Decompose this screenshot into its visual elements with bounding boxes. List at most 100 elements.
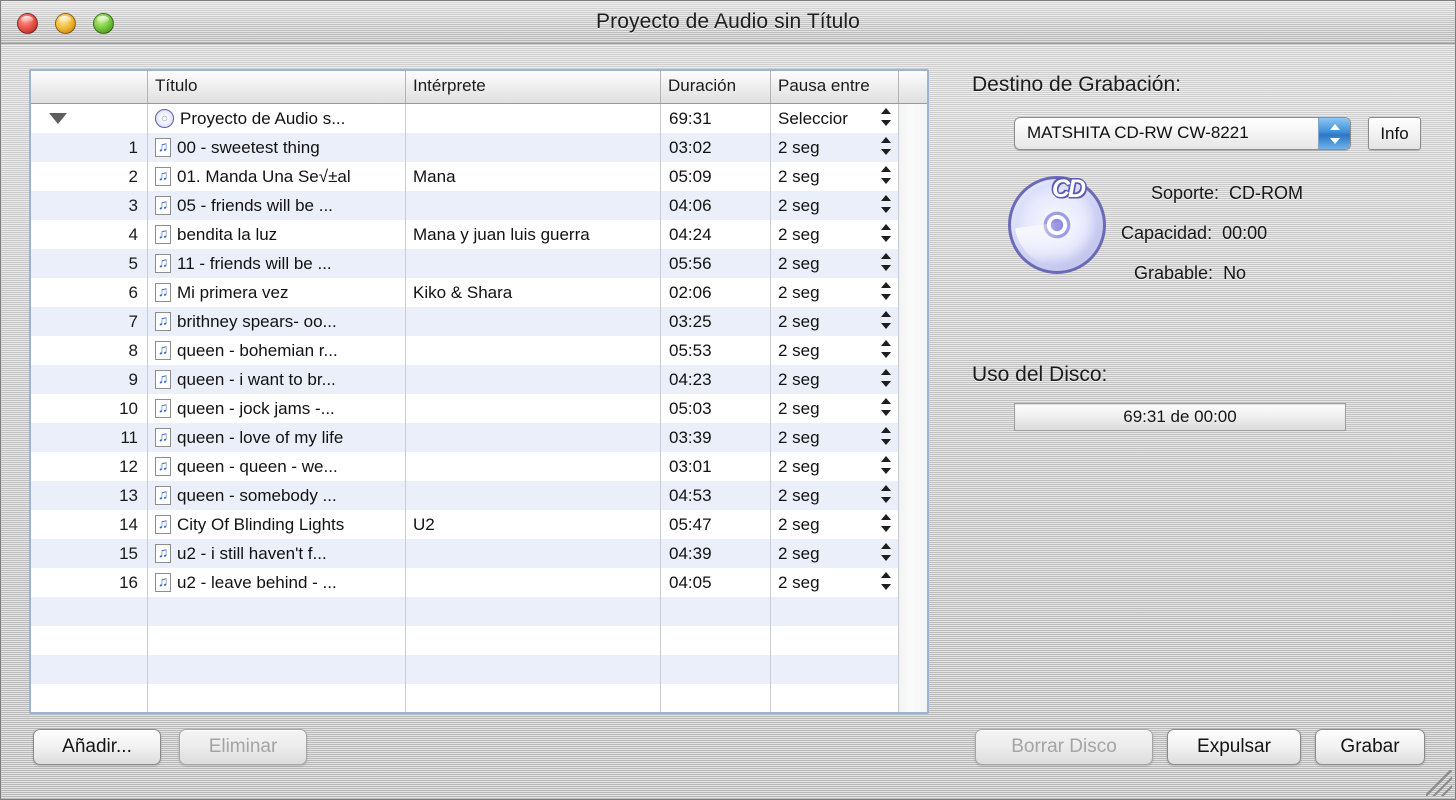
table-row[interactable]: 13 queen - somebody ... 04:53 2 seg xyxy=(31,481,927,510)
table-row-empty[interactable] xyxy=(31,626,927,655)
scrollbar-gutter[interactable] xyxy=(899,220,927,249)
table-row[interactable]: 16 u2 - leave behind - ... 04:05 2 seg xyxy=(31,568,927,597)
table-row[interactable]: 12 queen - queen - we... 03:01 2 seg xyxy=(31,452,927,481)
scrollbar-gutter[interactable] xyxy=(899,249,927,278)
table-row[interactable]: 5 11 - friends will be ... 05:56 2 seg xyxy=(31,249,927,278)
column-header-title[interactable]: Título xyxy=(148,71,406,103)
disclosure-triangle-icon[interactable] xyxy=(31,104,148,133)
table-row-empty[interactable] xyxy=(31,684,927,712)
cell-pause[interactable]: 2 seg xyxy=(771,452,899,481)
resize-grip-icon[interactable] xyxy=(1426,770,1452,796)
cell-pause[interactable]: 2 seg xyxy=(771,220,899,249)
cell-pause[interactable]: 2 seg xyxy=(771,162,899,191)
cell-pause[interactable]: 2 seg xyxy=(771,133,899,162)
scrollbar-gutter[interactable] xyxy=(899,423,927,452)
cell-pause[interactable]: 2 seg xyxy=(771,510,899,539)
table-row[interactable]: 11 queen - love of my life 03:39 2 seg xyxy=(31,423,927,452)
table-row[interactable]: 15 u2 - i still haven't f... 04:39 2 seg xyxy=(31,539,927,568)
cell-pause[interactable]: 2 seg xyxy=(771,307,899,336)
scrollbar-gutter[interactable] xyxy=(899,568,927,597)
scrollbar-gutter[interactable] xyxy=(899,597,927,626)
empty-cell-pause xyxy=(771,626,899,655)
scrollbar-gutter[interactable] xyxy=(899,452,927,481)
pause-stepper-icon[interactable] xyxy=(881,513,891,536)
cell-title-text: queen - jock jams -... xyxy=(177,399,335,418)
cell-pause[interactable]: 2 seg xyxy=(771,278,899,307)
pause-stepper-icon[interactable] xyxy=(881,368,891,391)
table-row[interactable]: 6 Mi primera vez Kiko & Shara02:06 2 seg xyxy=(31,278,927,307)
info-button[interactable]: Info xyxy=(1368,117,1421,150)
burn-button[interactable]: Grabar xyxy=(1315,729,1425,765)
cell-pause-text: 2 seg xyxy=(778,283,820,302)
erase-disc-button: Borrar Disco xyxy=(975,729,1153,765)
cell-title-text: brithney spears- oo... xyxy=(177,312,337,331)
pause-stepper-icon[interactable] xyxy=(881,252,891,275)
table-row[interactable]: 8 queen - bohemian r... 05:53 2 seg xyxy=(31,336,927,365)
cell-pause[interactable]: 2 seg xyxy=(771,539,899,568)
pause-stepper-icon[interactable] xyxy=(881,455,891,478)
music-note-file-icon xyxy=(153,513,171,534)
pause-stepper-icon[interactable] xyxy=(881,542,891,565)
pause-stepper-icon[interactable] xyxy=(881,397,891,420)
table-row[interactable]: 4 bendita la luz Mana y juan luis guerra04… xyxy=(31,220,927,249)
scrollbar-gutter[interactable] xyxy=(899,684,927,712)
pause-stepper-icon[interactable] xyxy=(881,426,891,449)
pause-stepper-icon[interactable] xyxy=(881,484,891,507)
scrollbar-gutter[interactable] xyxy=(899,133,927,162)
table-row-empty[interactable] xyxy=(31,597,927,626)
cell-pause[interactable]: 2 seg xyxy=(771,423,899,452)
scrollbar-gutter[interactable] xyxy=(899,655,927,684)
table-row[interactable]: 2 01. Manda Una Se√±al Mana05:09 2 seg xyxy=(31,162,927,191)
table-row[interactable]: 9 queen - i want to br... 04:23 2 seg xyxy=(31,365,927,394)
pause-stepper-icon[interactable] xyxy=(881,194,891,217)
column-header-pause[interactable]: Pausa entre xyxy=(771,71,899,103)
column-header-artist[interactable]: Intérprete xyxy=(406,71,661,103)
cell-pause-text: 2 seg xyxy=(778,399,820,418)
pause-stepper-icon[interactable] xyxy=(881,281,891,304)
add-button[interactable]: Añadir... xyxy=(33,729,161,765)
cell-pause[interactable]: 2 seg xyxy=(771,336,899,365)
table-row[interactable]: 1 00 - sweetest thing 03:02 2 seg xyxy=(31,133,927,162)
scrollbar-gutter[interactable] xyxy=(899,278,927,307)
cell-pause[interactable]: 2 seg xyxy=(771,568,899,597)
cell-pause[interactable]: 2 seg xyxy=(771,191,899,220)
pause-stepper-icon[interactable] xyxy=(881,571,891,594)
pause-stepper-icon[interactable] xyxy=(881,310,891,333)
pause-stepper-icon[interactable] xyxy=(881,223,891,246)
destination-popup-button[interactable]: MATSHITA CD-RW CW-8221 xyxy=(1014,117,1351,150)
cell-pause-text: Seleccior xyxy=(778,109,848,128)
table-row[interactable]: 14 City Of Blinding Lights U205:47 2 seg xyxy=(31,510,927,539)
scrollbar-gutter[interactable] xyxy=(899,510,927,539)
table-row[interactable]: 10 queen - jock jams -... 05:03 2 seg xyxy=(31,394,927,423)
cell-pause[interactable]: 2 seg xyxy=(771,365,899,394)
cell-pause-text: 2 seg xyxy=(778,196,820,215)
disc-spec-capacity-value: 00:00 xyxy=(1222,223,1268,243)
project-summary-row[interactable]: Proyecto de Audio s... 69:31 Seleccior xyxy=(31,104,927,133)
cell-pause[interactable]: 2 seg xyxy=(771,481,899,510)
cell-pause[interactable]: 2 seg xyxy=(771,249,899,278)
column-header-number[interactable] xyxy=(31,71,148,103)
scrollbar-gutter[interactable] xyxy=(899,104,927,133)
scrollbar-gutter[interactable] xyxy=(899,162,927,191)
table-row[interactable]: 3 05 - friends will be ... 04:06 2 seg xyxy=(31,191,927,220)
track-list-body[interactable]: Proyecto de Audio s... 69:31 Seleccior 1 00 … xyxy=(31,104,927,712)
column-header-duration[interactable]: Duración xyxy=(661,71,771,103)
eject-button[interactable]: Expulsar xyxy=(1167,729,1301,765)
cell-pause[interactable]: Seleccior xyxy=(771,104,899,133)
scrollbar-gutter[interactable] xyxy=(899,191,927,220)
pause-stepper-icon[interactable] xyxy=(881,136,891,159)
scrollbar-gutter[interactable] xyxy=(899,539,927,568)
scrollbar-gutter[interactable] xyxy=(899,481,927,510)
scrollbar-gutter[interactable] xyxy=(899,307,927,336)
table-row[interactable]: 7 brithney spears- oo... 03:25 2 seg xyxy=(31,307,927,336)
pause-stepper-icon[interactable] xyxy=(881,339,891,362)
cell-pause[interactable]: 2 seg xyxy=(771,394,899,423)
window-titlebar[interactable]: Proyecto de Audio sin Título xyxy=(1,1,1455,44)
scrollbar-gutter[interactable] xyxy=(899,365,927,394)
pause-stepper-icon[interactable] xyxy=(881,107,891,130)
scrollbar-gutter[interactable] xyxy=(899,626,927,655)
scrollbar-gutter[interactable] xyxy=(899,394,927,423)
scrollbar-gutter[interactable] xyxy=(899,336,927,365)
pause-stepper-icon[interactable] xyxy=(881,165,891,188)
table-row-empty[interactable] xyxy=(31,655,927,684)
